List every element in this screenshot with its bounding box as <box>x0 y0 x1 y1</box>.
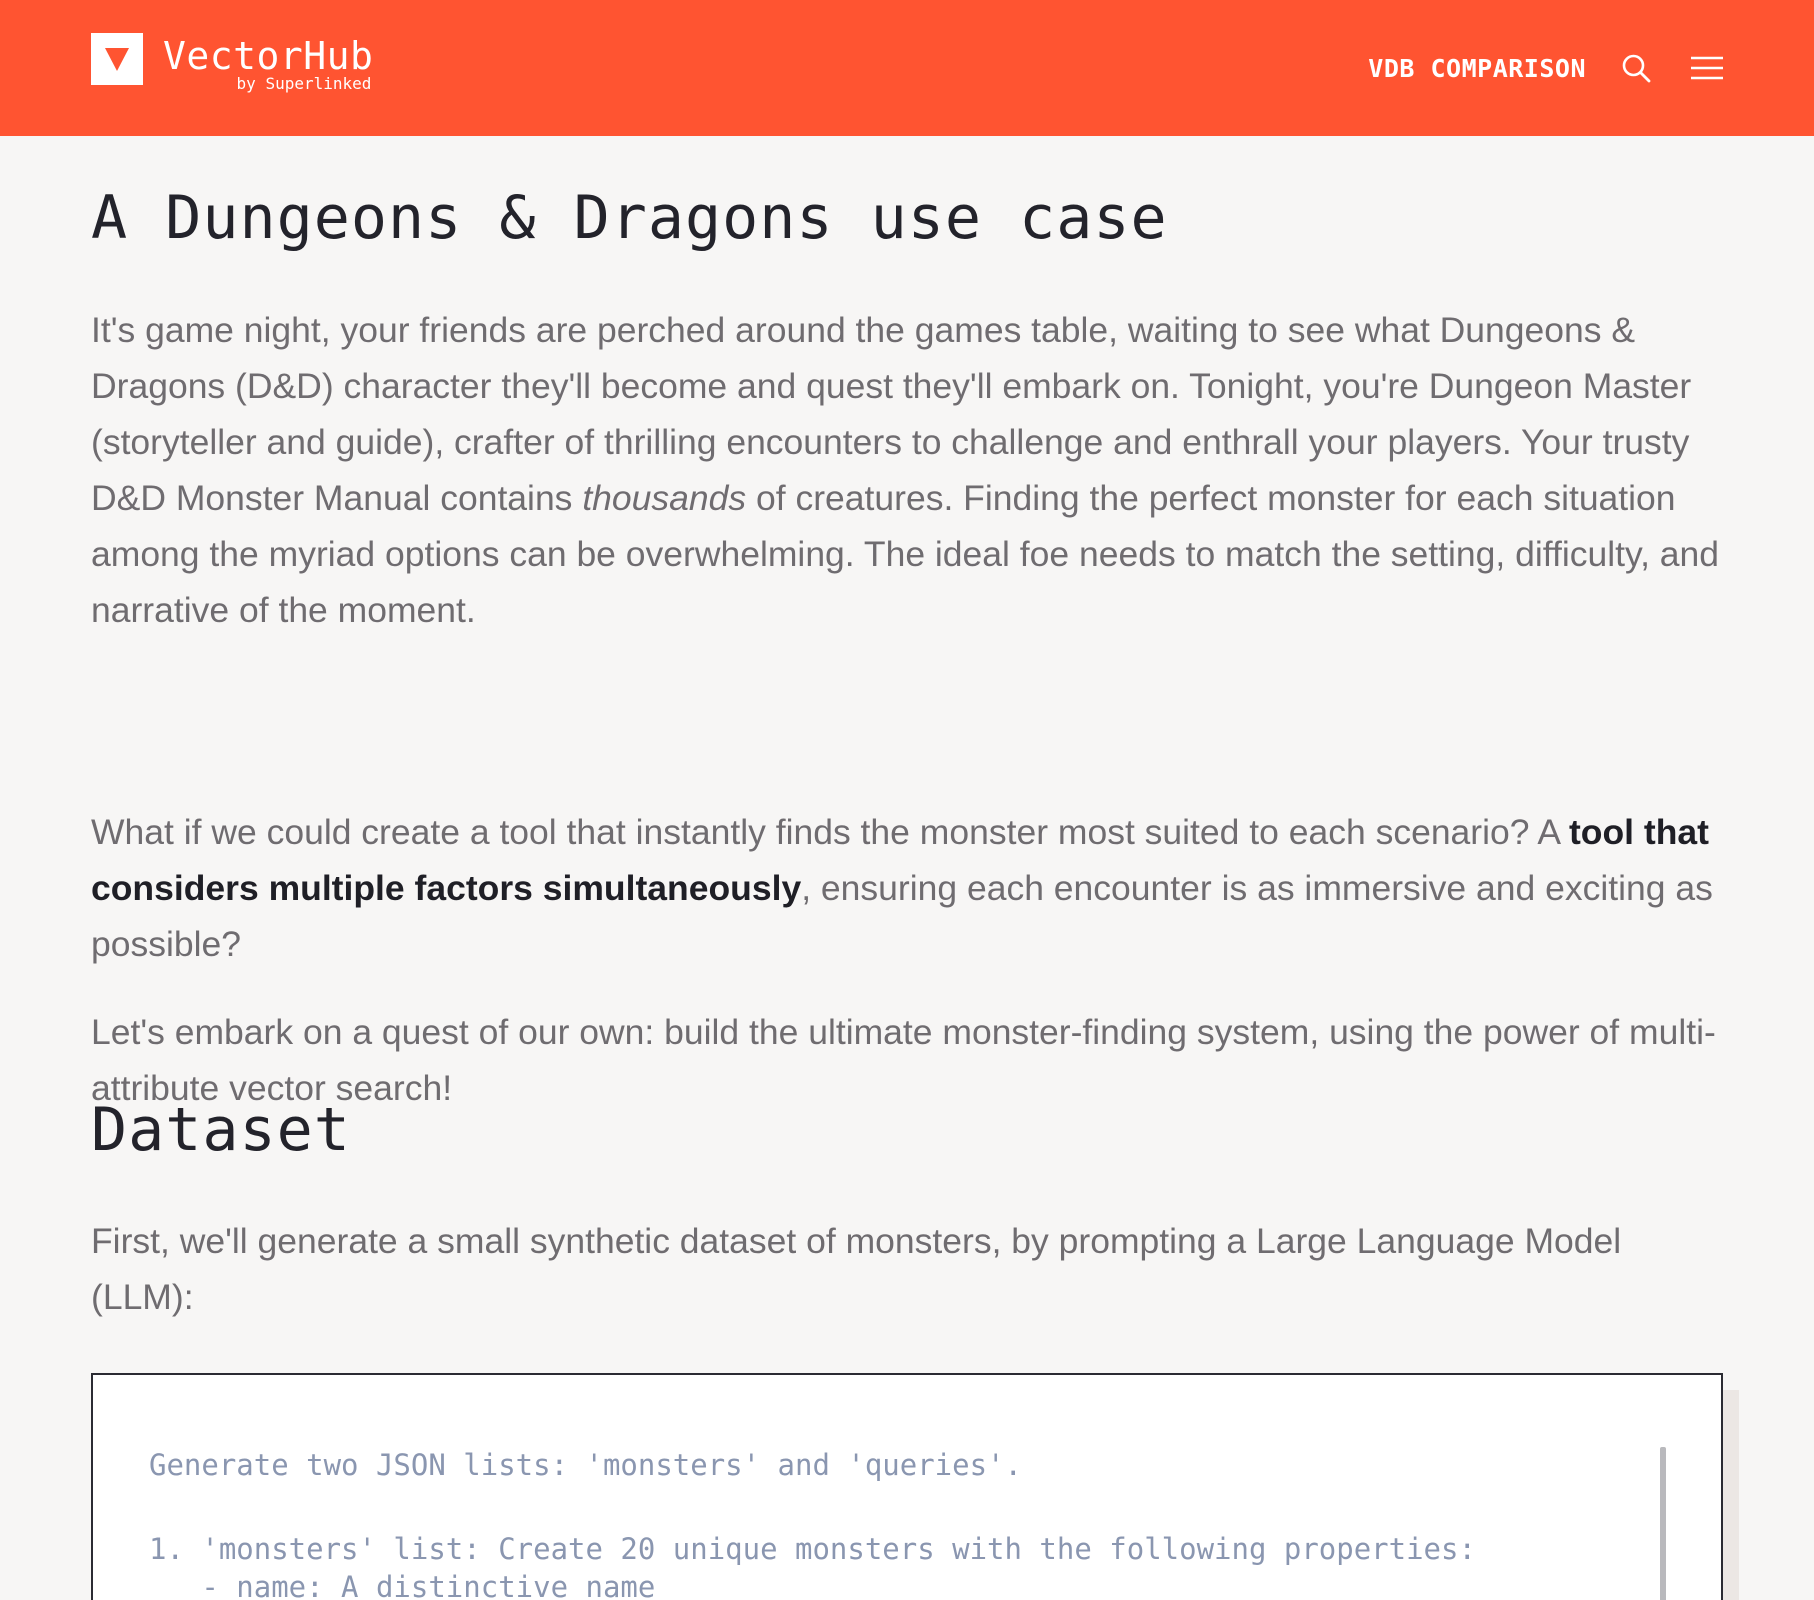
article-title: A Dungeons & Dragons use case <box>91 183 1168 253</box>
brand-subtitle: by Superlinked <box>236 74 372 93</box>
brand-wordmark: VectorHub by Superlinked <box>163 33 373 93</box>
vectorhub-logo-icon <box>91 33 143 85</box>
intro-emphasis: thousands <box>582 478 747 518</box>
code-scrollbar[interactable] <box>1660 1447 1666 1600</box>
vdb-comparison-link[interactable]: VDB COMPARISON <box>1368 54 1586 83</box>
header-nav: VDB COMPARISON <box>1368 44 1724 92</box>
brand-title: VectorHub <box>163 34 374 78</box>
code-line: - name: A distinctive name <box>149 1570 656 1600</box>
prompt-code-block[interactable]: Generate two JSON lists: 'monsters' and … <box>91 1373 1723 1600</box>
dataset-heading: Dataset <box>91 1095 351 1165</box>
dataset-intro-paragraph: First, we'll generate a small synthetic … <box>91 1221 1622 1317</box>
code-line: Generate two JSON lists: 'monsters' and … <box>149 1448 1022 1482</box>
intro-paragraph: It's game night, your friends are perche… <box>91 302 1723 638</box>
tool-text-start: What if we could create a tool that inst… <box>91 812 1569 852</box>
search-icon[interactable] <box>1620 52 1652 84</box>
hamburger-menu-icon[interactable] <box>1690 54 1724 82</box>
tool-paragraph: What if we could create a tool that inst… <box>91 804 1723 972</box>
code-line: 1. 'monsters' list: Create 20 unique mon… <box>149 1532 1476 1566</box>
vectorhub-logo-link[interactable]: VectorHub by Superlinked <box>91 33 373 93</box>
code-block-shadow <box>1723 1390 1739 1600</box>
top-navigation-bar: VectorHub by Superlinked VDB COMPARISON <box>0 0 1814 136</box>
